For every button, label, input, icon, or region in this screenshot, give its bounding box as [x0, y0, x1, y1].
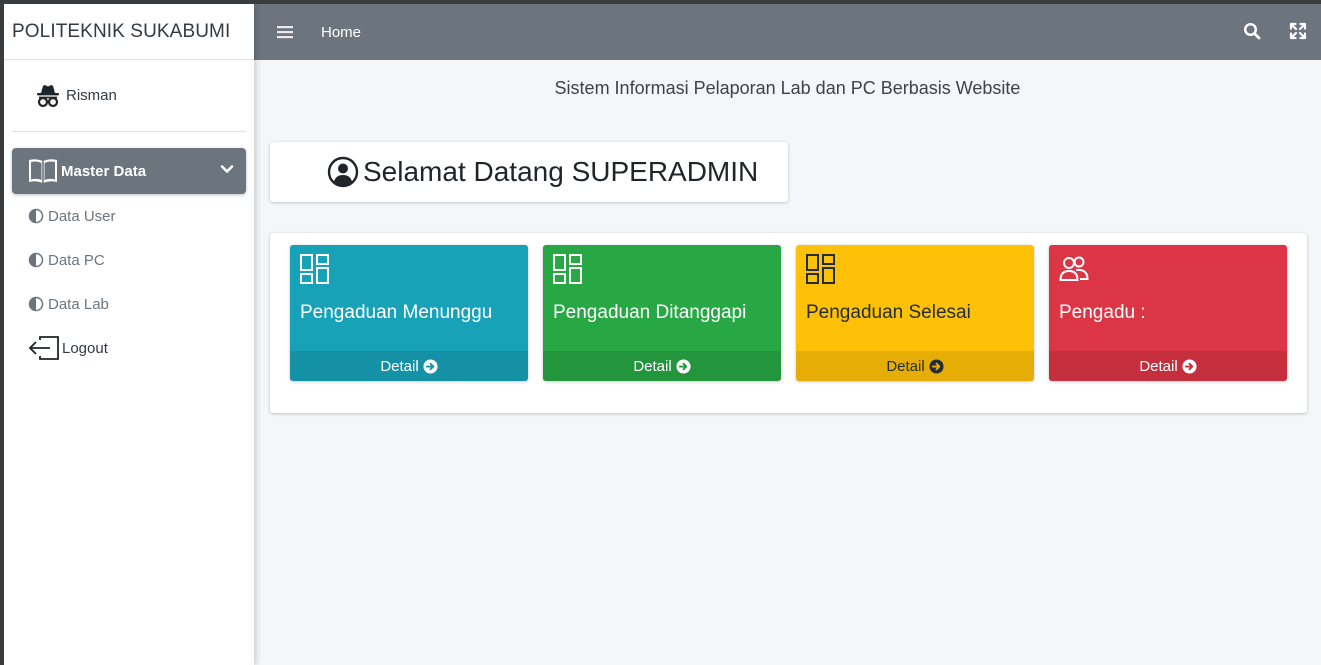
detail-label: Detail: [380, 357, 419, 375]
detail-link[interactable]: Detail: [290, 351, 528, 381]
top-navbar: Home: [254, 4, 1321, 60]
detail-link[interactable]: Detail: [1049, 351, 1287, 381]
sidebar-item-logout[interactable]: Logout: [12, 326, 246, 370]
people-icon: [1059, 256, 1089, 281]
nav-home-link[interactable]: Home: [321, 24, 361, 41]
app-window: POLITEKNIK SUKABUMI Risman Master Data D…: [4, 4, 1321, 665]
sidebar-item-data-pc[interactable]: Data PC: [12, 238, 246, 282]
box-title: Pengaduan Selesai: [806, 302, 971, 323]
arrow-circle-right-icon: [1182, 358, 1197, 374]
sidebar-item-label: Data PC: [48, 251, 105, 269]
welcome-text: Selamat Datang SUPERADMIN: [363, 156, 759, 187]
user-name: Risman: [66, 87, 117, 104]
main-content: Sistem Informasi Pelaporan Lab dan PC Be…: [254, 60, 1321, 665]
sidebar-item-label: Data User: [48, 207, 116, 225]
detail-label: Detail: [1139, 357, 1178, 375]
stats-panel: Pengaduan Menunggu Detail Pengaduan Dita…: [270, 233, 1307, 413]
half-circle-icon: [28, 252, 44, 268]
half-circle-icon: [28, 208, 44, 224]
grid-icon: [806, 254, 835, 284]
box-title: Pengaduan Ditanggapi: [553, 302, 747, 323]
box-title: Pengaduan Menunggu: [300, 302, 493, 323]
user-circle-icon: [327, 156, 359, 188]
arrow-circle-right-icon: [929, 358, 944, 374]
detail-link[interactable]: Detail: [796, 351, 1034, 381]
arrow-circle-right-icon: [676, 358, 691, 374]
sidebar-item-data-lab[interactable]: Data Lab: [12, 282, 246, 326]
sidebar: POLITEKNIK SUKABUMI Risman Master Data D…: [4, 4, 254, 665]
logout-icon: [28, 336, 59, 360]
menu-icon[interactable]: [277, 25, 293, 39]
half-circle-icon: [28, 296, 44, 312]
brand-link[interactable]: POLITEKNIK SUKABUMI: [4, 4, 254, 60]
system-title: Sistem Informasi Pelaporan Lab dan PC Be…: [554, 78, 1021, 98]
grid-icon: [300, 254, 329, 284]
box-title: Pengadu :: [1059, 302, 1146, 323]
sidebar-item-data-user[interactable]: Data User: [12, 194, 246, 238]
sidebar-item-label: Data Lab: [48, 295, 109, 313]
user-secret-icon: [37, 84, 59, 107]
search-icon[interactable]: [1243, 22, 1261, 40]
box-pengaduan-menunggu: Pengaduan Menunggu Detail: [290, 245, 528, 381]
sidebar-item-master-data[interactable]: Master Data: [12, 148, 246, 194]
sidebar-item-label: Logout: [62, 339, 108, 357]
chevron-down-icon[interactable]: [220, 162, 234, 176]
book-open-icon: [29, 159, 57, 183]
detail-label: Detail: [633, 357, 672, 375]
sidebar-nav: Master Data Data User Data PC Data Lab L…: [4, 148, 254, 370]
grid-icon: [553, 254, 582, 284]
brand-title: POLITEKNIK SUKABUMI: [12, 20, 231, 42]
sidebar-item-label: Master Data: [61, 162, 147, 180]
box-pengadu: Pengadu : Detail: [1049, 245, 1287, 381]
box-pengaduan-ditanggapi: Pengaduan Ditanggapi Detail: [543, 245, 781, 381]
user-panel[interactable]: Risman: [12, 60, 246, 132]
welcome-card: Selamat Datang SUPERADMIN: [270, 142, 788, 202]
box-pengaduan-selesai: Pengaduan Selesai Detail: [796, 245, 1034, 381]
navbar-right-icons: [1243, 22, 1307, 40]
detail-link[interactable]: Detail: [543, 351, 781, 381]
arrow-circle-right-icon: [423, 358, 438, 374]
fullscreen-icon[interactable]: [1289, 22, 1307, 40]
detail-label: Detail: [886, 357, 925, 375]
